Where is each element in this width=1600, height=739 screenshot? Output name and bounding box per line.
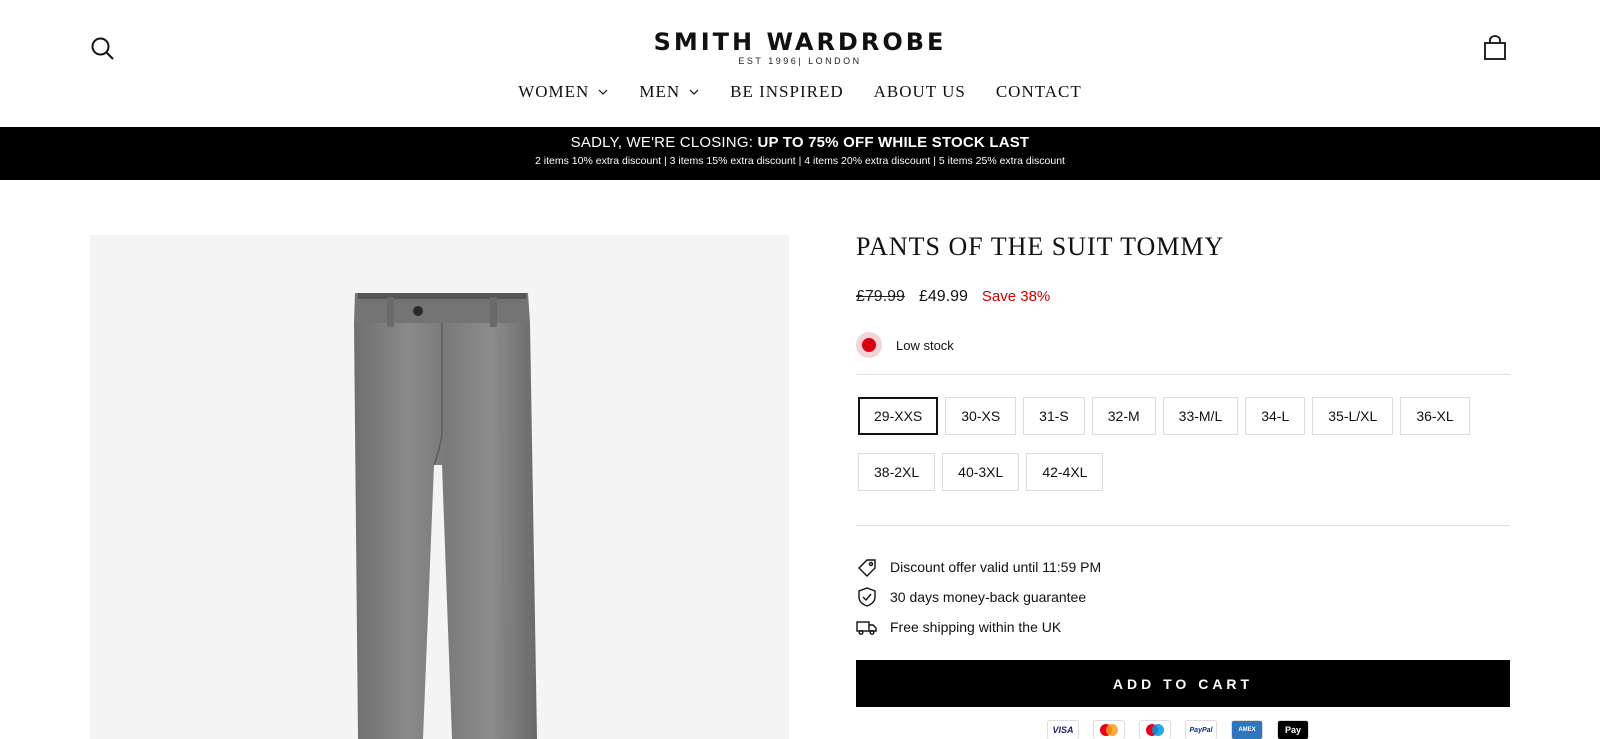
price-sale: £49.99	[918, 288, 968, 305]
size-option[interactable]: 33-M/L	[1162, 397, 1239, 435]
chevron-down-icon	[689, 89, 699, 95]
size-option[interactable]: 40-3XL	[942, 453, 1020, 491]
nav-item-contact[interactable]: CONTACT	[996, 80, 1082, 104]
product-image[interactable]	[90, 235, 789, 739]
size-selector: 29-XXS 30-XS 31-S 32-M 33-M/L 34-L 35-L/…	[858, 397, 1498, 491]
nav-label: ABOUT US	[873, 82, 966, 101]
size-option[interactable]: 36-XL	[1400, 397, 1470, 435]
price-block: £79.99 £49.99 Save 38%	[856, 288, 1050, 306]
nav-label: CONTACT	[995, 82, 1082, 101]
nav-item-be-inspired[interactable]: BE INSPIRED	[730, 80, 843, 104]
brand-tagline: EST 1996| LONDON	[738, 56, 862, 66]
chevron-down-icon	[598, 89, 608, 95]
nav-item-women[interactable]: WOMEN	[518, 80, 609, 104]
amex-icon: AMEX	[1231, 720, 1263, 739]
price-original: £79.99	[856, 288, 905, 305]
product-info: PANTS OF THE SUIT TOMMY £79.99 £49.99 Sa…	[856, 230, 1510, 739]
announcement-bar: SADLY, WE'RE CLOSING: UP TO 75% OFF WHIL…	[0, 127, 1600, 180]
product-title: PANTS OF THE SUIT TOMMY	[856, 232, 1225, 261]
main-nav: WOMEN MEN BE INSPIRED ABOUT US CONTACT	[0, 80, 1600, 104]
price-save-badge: Save 38%	[981, 288, 1051, 305]
divider	[856, 374, 1510, 375]
apple-pay-icon: Pay	[1277, 720, 1309, 739]
add-to-cart-button[interactable]: ADD TO CART	[856, 660, 1510, 707]
maestro-icon	[1139, 720, 1171, 739]
divider	[856, 525, 1510, 526]
size-option[interactable]: 30-XS	[945, 397, 1017, 435]
nav-item-men[interactable]: MEN	[639, 80, 700, 104]
perks-list: Discount offer valid until 11:59 PM 30 d…	[856, 552, 1101, 642]
stock-label: Low stock	[896, 337, 954, 353]
size-option[interactable]: 32-M	[1091, 397, 1156, 435]
size-option[interactable]: 29-XXS	[858, 397, 939, 435]
announcement-discounts: 2 items 10% extra discount | 3 items 15%…	[535, 155, 1065, 167]
perk-discount: Discount offer valid until 11:59 PM	[856, 552, 1101, 582]
nav-label: WOMEN	[518, 82, 590, 101]
perk-text: Discount offer valid until 11:59 PM	[890, 559, 1102, 575]
nav-item-about-us[interactable]: ABOUT US	[874, 80, 966, 104]
announcement-headline: SADLY, WE'RE CLOSING: UP TO 75% OFF WHIL…	[0, 134, 1600, 152]
shield-check-icon	[858, 587, 876, 607]
nav-label: MEN	[639, 82, 681, 101]
payment-icons: VISA PayPal AMEX Pay	[1047, 720, 1309, 739]
tag-icon	[858, 559, 876, 577]
stock-dot-icon	[856, 332, 882, 358]
site-header: SMITH WARDROBE EST 1996| LONDON WOMEN ME…	[0, 0, 1600, 127]
mastercard-icon	[1093, 720, 1125, 739]
pants-image	[354, 293, 537, 739]
size-option[interactable]: 38-2XL	[858, 453, 936, 491]
perk-shipping: Free shipping within the UK	[856, 612, 1101, 642]
announcement-highlight: UP TO 75% OFF WHILE STOCK LAST	[757, 134, 1030, 151]
perk-text: Free shipping within the UK	[890, 619, 1062, 635]
brand-name: SMITH WARDROBE	[653, 28, 947, 56]
announcement-prefix: SADLY, WE'RE CLOSING:	[570, 134, 758, 151]
visa-icon: VISA	[1047, 720, 1079, 739]
truck-icon	[856, 621, 877, 635]
size-option[interactable]: 35-L/XL	[1312, 397, 1394, 435]
size-option[interactable]: 31-S	[1023, 397, 1085, 435]
paypal-icon: PayPal	[1185, 720, 1217, 739]
nav-label: BE INSPIRED	[730, 82, 844, 101]
stock-indicator: Low stock	[856, 332, 954, 358]
cart-icon[interactable]	[1483, 35, 1507, 61]
perk-text: 30 days money-back guarantee	[890, 589, 1087, 605]
brand-logo[interactable]: SMITH WARDROBE EST 1996| LONDON	[0, 28, 1600, 66]
size-option[interactable]: 42-4XL	[1026, 453, 1104, 491]
size-option[interactable]: 34-L	[1245, 397, 1306, 435]
perk-guarantee: 30 days money-back guarantee	[856, 582, 1101, 612]
